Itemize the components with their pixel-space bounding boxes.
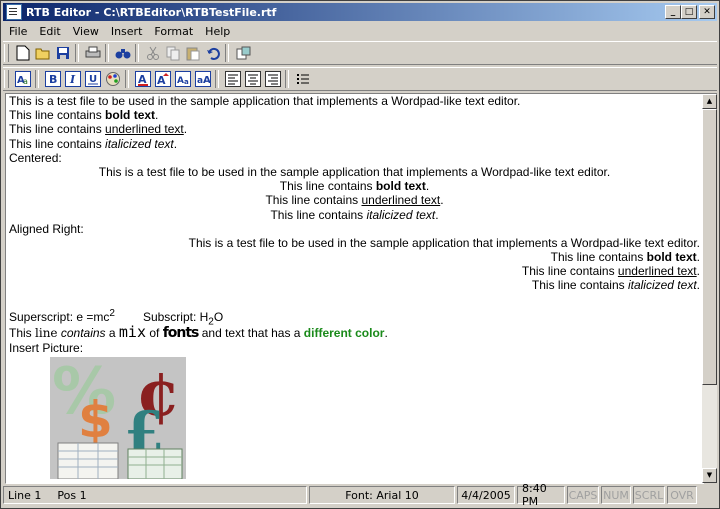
bullets-icon[interactable] (294, 70, 312, 88)
font-size-down-icon[interactable]: Aa (174, 70, 192, 88)
status-caps: CAPS (567, 486, 599, 504)
svg-text:I: I (69, 73, 76, 86)
svg-text:B: B (49, 73, 57, 86)
status-font: Font: Arial 10 (309, 486, 455, 504)
status-date: 4/4/2005 (457, 486, 515, 504)
currency-clipart-icon: % ¢ $ £ (50, 356, 186, 479)
doc-line: This line contains italicized text. (9, 136, 178, 151)
font-size-up-icon[interactable]: A (154, 70, 172, 88)
print-icon[interactable] (84, 44, 102, 62)
toolbar-grip[interactable] (4, 70, 9, 88)
status-ovr: OVR (667, 486, 697, 504)
doc-line: This line contains italicized text. (270, 207, 439, 222)
doc-line: This line contains bold text. (279, 179, 430, 194)
status-num: NUM (601, 486, 631, 504)
menu-edit[interactable]: Edit (33, 23, 66, 40)
doc-line (6, 293, 703, 303)
bold-icon[interactable]: B (44, 70, 62, 88)
title-bar[interactable]: RTB Editor - C:\RTBEditor\RTBTestFile.rt… (3, 3, 717, 21)
doc-line: This is a test file to be used in the sa… (9, 94, 521, 108)
scroll-thumb[interactable] (702, 109, 717, 385)
app-window: RTB Editor - C:\RTBEditor\RTBTestFile.rt… (0, 0, 720, 509)
menu-format[interactable]: Format (148, 23, 199, 40)
svg-text:a: a (23, 77, 28, 86)
undo-icon[interactable] (204, 44, 222, 62)
svg-text:U: U (89, 74, 97, 85)
menu-file[interactable]: File (3, 23, 33, 40)
doc-line: This line contains a mix of fonts and te… (9, 322, 388, 341)
svg-text:$: $ (78, 391, 113, 449)
scroll-down-icon[interactable]: ▼ (702, 468, 717, 483)
maximize-button[interactable]: □ (681, 5, 697, 19)
find-icon[interactable] (114, 44, 132, 62)
menu-bar: File Edit View Insert Format Help (3, 23, 236, 40)
save-icon[interactable] (54, 44, 72, 62)
status-time: 8:40 PM (517, 482, 565, 508)
doc-line: This line contains underlined text. (9, 122, 188, 137)
paste-icon[interactable] (184, 44, 202, 62)
menu-insert[interactable]: Insert (105, 23, 149, 40)
status-position: Line 1 Pos 1 (3, 486, 307, 504)
window-title: RTB Editor - C:\RTBEditor\RTBTestFile.rt… (26, 5, 277, 19)
scroll-up-icon[interactable]: ▲ (702, 94, 717, 109)
underline-icon[interactable]: U (84, 70, 102, 88)
align-right-icon[interactable] (264, 70, 282, 88)
status-scrl: SCRL (633, 486, 665, 504)
format-toolbar: Aa B I U A A Aa aA (3, 67, 717, 91)
doc-line: This line contains bold text. (550, 250, 700, 265)
doc-line: Insert Picture: (9, 340, 84, 355)
align-center-icon[interactable] (244, 70, 262, 88)
cut-icon[interactable] (144, 44, 162, 62)
doc-line: Superscript: e =mc2 Subscript: H2O (9, 307, 224, 328)
vertical-scrollbar[interactable]: ▲ ▼ (702, 93, 717, 483)
toolbar-grip[interactable] (4, 44, 9, 62)
doc-line: Centered: (9, 150, 62, 165)
text-color-icon[interactable]: A (134, 70, 152, 88)
minimize-button[interactable]: _ (665, 5, 681, 19)
menu-view[interactable]: View (67, 23, 105, 40)
status-bar: Line 1 Pos 1 Font: Arial 10 4/4/2005 8:40… (3, 482, 717, 508)
new-icon[interactable] (14, 44, 32, 62)
align-left-icon[interactable] (224, 70, 242, 88)
close-button[interactable]: ✕ (699, 5, 715, 19)
doc-line: Aligned Right: (9, 221, 84, 236)
italic-icon[interactable]: I (64, 70, 82, 88)
font-icon[interactable]: Aa (14, 70, 32, 88)
app-icon (6, 4, 22, 20)
menu-help[interactable]: Help (199, 23, 236, 40)
font-select-icon[interactable]: aA (194, 70, 212, 88)
color-icon[interactable] (104, 70, 122, 88)
svg-text:A: A (203, 75, 211, 86)
doc-line: This line contains underlined text. (521, 264, 700, 279)
doc-line: This line contains underlined text. (265, 193, 444, 208)
doc-line: This line contains italicized text. (531, 278, 700, 293)
insert-object-icon[interactable] (234, 44, 252, 62)
rich-text-editor[interactable]: This is a test file to be used in the sa… (5, 93, 704, 484)
standard-toolbar (3, 41, 717, 65)
inserted-picture[interactable]: % ¢ $ £ (50, 356, 186, 479)
doc-line: This is a test file to be used in the sa… (188, 235, 700, 250)
doc-line: This line contains bold text. (9, 108, 159, 123)
open-icon[interactable] (34, 44, 52, 62)
svg-text:a: a (184, 78, 189, 86)
svg-text:A: A (177, 76, 184, 86)
doc-line: This is a test file to be used in the sa… (98, 164, 611, 179)
copy-icon[interactable] (164, 44, 182, 62)
